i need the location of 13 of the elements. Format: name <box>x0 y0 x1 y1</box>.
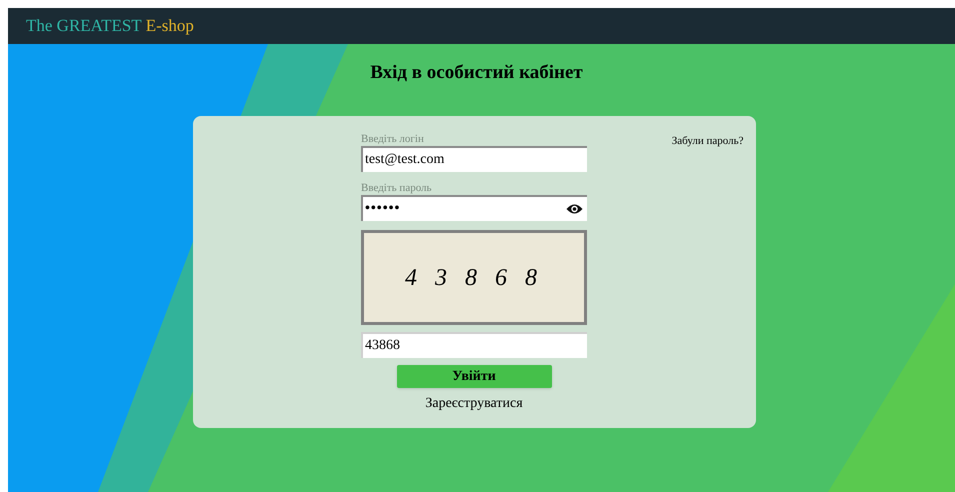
brand-name[interactable]: The GREATEST <box>26 13 142 39</box>
captcha-code: 4 3 8 6 8 <box>405 264 543 292</box>
page-title: Вхід в особистий кабінет <box>370 61 583 85</box>
register-link[interactable]: Зареєструватися <box>425 393 523 414</box>
login-button[interactable]: Увійти <box>396 365 552 388</box>
field-label: Введіть логін <box>361 132 425 146</box>
password-field[interactable]: •••••• <box>361 195 587 221</box>
eye-icon[interactable] <box>566 203 583 215</box>
login-field[interactable]: test@test.com <box>361 146 587 172</box>
forgot-password-link[interactable]: Забули пароль? <box>672 133 744 150</box>
brand-suffix[interactable]: E-shop <box>146 13 194 39</box>
captcha-field[interactable]: 43868 <box>361 332 587 358</box>
field-label: Введіть пароль <box>361 181 433 195</box>
